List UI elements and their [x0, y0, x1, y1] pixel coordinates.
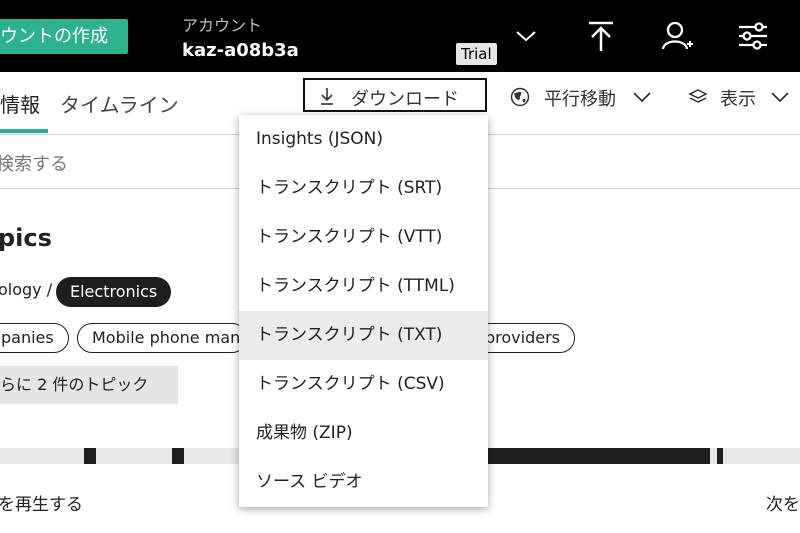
tab-info[interactable]: 情報 — [0, 89, 40, 118]
search-input[interactable]: 検索する — [0, 150, 68, 176]
download-icon — [321, 88, 333, 105]
menu-item-transcript-csv[interactable]: トランスクリプト (CSV) — [239, 360, 488, 409]
download-button[interactable]: ダウンロード — [303, 78, 487, 112]
topics-title: pics — [0, 224, 52, 252]
menu-item-transcript-srt[interactable]: トランスクリプト (SRT) — [239, 164, 488, 213]
upload-icon[interactable] — [584, 18, 618, 54]
account-label: アカウント — [182, 16, 263, 35]
download-menu: Insights (JSON) トランスクリプト (SRT) トランスクリプト … — [239, 115, 488, 507]
translate-chevron-down-icon[interactable] — [632, 90, 652, 104]
menu-item-transcript-vtt[interactable]: トランスクリプト (VTT) — [239, 213, 488, 262]
account-chevron-down-icon[interactable] — [514, 26, 538, 46]
trial-badge: Trial — [456, 43, 497, 65]
timeline-segment[interactable] — [84, 448, 96, 464]
active-tab-indicator — [0, 129, 48, 133]
menu-item-artifacts-zip[interactable]: 成果物 (ZIP) — [239, 409, 488, 458]
tab-timeline[interactable]: タイムライン — [60, 89, 179, 118]
create-account-button[interactable]: ウントの作成 — [0, 19, 128, 54]
menu-item-source-video[interactable]: ソース ビデオ — [239, 458, 488, 507]
menu-item-transcript-txt[interactable]: トランスクリプト (TXT) — [239, 311, 488, 360]
more-topics-button[interactable]: らに 2 件のトピック — [0, 366, 178, 404]
layers-icon — [688, 89, 708, 103]
view-button[interactable]: 表示 — [720, 85, 756, 111]
timeline-segment[interactable] — [172, 448, 184, 464]
menu-item-insights-json[interactable]: Insights (JSON) — [239, 115, 488, 164]
topic-chip-selected[interactable]: Electronics — [56, 277, 172, 307]
next-link[interactable]: 次を — [766, 490, 800, 515]
timeline-segment[interactable] — [717, 448, 723, 464]
topic-breadcrumb: ology / — [0, 280, 53, 299]
account-name: kaz-a08b3a — [182, 40, 299, 61]
play-link[interactable]: を再生する — [0, 490, 83, 515]
topic-chip[interactable]: panies — [0, 323, 69, 353]
add-user-icon[interactable] — [660, 18, 694, 54]
top-bar: ウントの作成 アカウント kaz-a08b3a Trial — [0, 0, 800, 72]
topic-chip[interactable]: Mobile phone man — [77, 323, 247, 353]
download-button-label: ダウンロード — [351, 89, 459, 110]
timeline-segment[interactable] — [486, 448, 710, 464]
settings-sliders-icon[interactable] — [736, 18, 770, 54]
menu-item-transcript-ttml[interactable]: トランスクリプト (TTML) — [239, 262, 488, 311]
translate-button[interactable]: 平行移動 — [544, 85, 616, 111]
globe-icon — [510, 87, 530, 107]
view-chevron-down-icon[interactable] — [770, 90, 790, 104]
